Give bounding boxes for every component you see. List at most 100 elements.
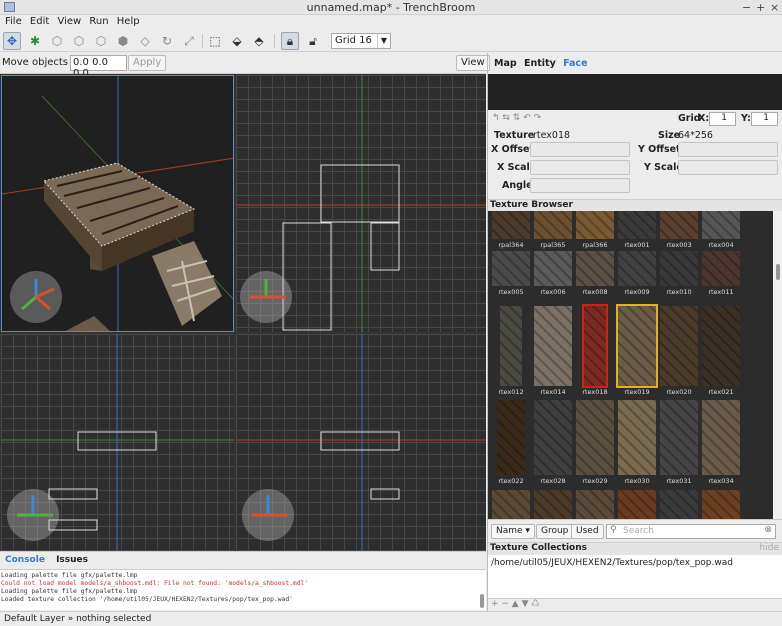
texture-tile[interactable]: rpal364 bbox=[490, 211, 532, 249]
texture-tile[interactable]: rpal366 bbox=[574, 211, 616, 249]
texture-tile[interactable]: rtex019 bbox=[616, 304, 658, 396]
texture-tile[interactable] bbox=[616, 490, 658, 519]
scale-tool-icon[interactable]: ⤢ bbox=[180, 32, 198, 50]
menu-edit[interactable]: Edit bbox=[25, 15, 49, 27]
texture-tile[interactable]: rtex028 bbox=[532, 400, 574, 485]
lock-icon[interactable]: 🔒︎ bbox=[281, 32, 299, 50]
grid-y-spinner[interactable]: 1 bbox=[751, 112, 778, 126]
texture-tile[interactable]: rtex011 bbox=[700, 251, 742, 296]
tab-console[interactable]: Console bbox=[5, 555, 45, 565]
toolbar-separator bbox=[274, 34, 275, 48]
face-tool-icon[interactable]: ⬡ bbox=[92, 32, 110, 50]
x-offset-field[interactable] bbox=[530, 142, 630, 157]
unlock-icon[interactable]: 🔓︎ bbox=[304, 32, 322, 50]
texture-tile[interactable] bbox=[700, 490, 742, 519]
texture-tile[interactable]: rtex012 bbox=[490, 306, 532, 396]
grid-x-spinner[interactable]: 1 bbox=[709, 112, 736, 126]
texture-tile[interactable]: rtex006 bbox=[532, 251, 574, 296]
texture-tile[interactable]: rtex001 bbox=[616, 211, 658, 249]
tab-entity[interactable]: Entity bbox=[524, 58, 556, 69]
texture-tile[interactable]: rpal365 bbox=[532, 211, 574, 249]
edge-tool-icon[interactable]: ⬡ bbox=[70, 32, 88, 50]
y-scale-field[interactable] bbox=[678, 160, 778, 175]
texture-thumbnail bbox=[576, 400, 614, 475]
texture-scrollbar[interactable] bbox=[773, 211, 782, 519]
uv-lock-icon[interactable]: ⬙ bbox=[228, 32, 246, 50]
texture-tile[interactable]: rtex010 bbox=[658, 251, 700, 296]
texture-grid[interactable]: rpal364 rpal365 rpal366 rtex001 rtex003 rtex0… bbox=[488, 211, 773, 519]
angle-field[interactable] bbox=[530, 178, 630, 193]
texture-search-input[interactable]: ⚲ Search ⊗ bbox=[606, 524, 776, 539]
menu-run[interactable]: Run bbox=[84, 15, 108, 27]
view-button[interactable]: View bbox=[456, 55, 490, 71]
grid-size-select[interactable]: Grid 16 ▼ bbox=[331, 33, 391, 49]
flip-tool-icon[interactable]: ◇ bbox=[136, 32, 154, 50]
axis-gizmo-icon bbox=[10, 271, 62, 323]
viewport-2d-yz[interactable] bbox=[236, 334, 486, 551]
texture-tile[interactable] bbox=[658, 490, 700, 519]
texture-name: rtex021 bbox=[708, 388, 734, 396]
menu-help[interactable]: Help bbox=[112, 15, 140, 27]
texture-tile[interactable]: rtex021 bbox=[700, 306, 742, 396]
texture-tile[interactable]: rtex005 bbox=[490, 251, 532, 296]
texture-tile[interactable]: rtex003 bbox=[658, 211, 700, 249]
hide-button[interactable]: hide bbox=[760, 543, 779, 553]
used-button[interactable]: Used bbox=[571, 524, 604, 539]
rotate-tool-icon[interactable]: ↻ bbox=[158, 32, 176, 50]
viewport-2d-xz[interactable] bbox=[236, 75, 486, 332]
maximize-button[interactable]: + bbox=[756, 1, 765, 14]
grid-size-value: Grid 16 bbox=[335, 35, 372, 46]
brush-tool-icon[interactable]: ✱ bbox=[26, 32, 44, 50]
vertex-tool-icon[interactable]: ⬡ bbox=[48, 32, 66, 50]
texture-thumbnail bbox=[702, 251, 740, 286]
texture-tile[interactable]: rtex030 bbox=[616, 400, 658, 485]
texture-tile[interactable] bbox=[532, 490, 574, 519]
menu-bar: File Edit View Run Help bbox=[0, 15, 782, 30]
tab-map[interactable]: Map bbox=[494, 58, 517, 69]
minimize-button[interactable]: − bbox=[742, 1, 751, 14]
texture-tile[interactable]: rtex008 bbox=[574, 251, 616, 296]
viewport-3d[interactable] bbox=[1, 75, 234, 332]
texture-tile[interactable]: rtex018 bbox=[574, 304, 616, 396]
close-button[interactable]: × bbox=[770, 1, 779, 14]
collection-item[interactable]: /home/util05/JEUX/HEXEN2/Textures/pop/te… bbox=[491, 558, 780, 568]
texture-tile[interactable]: rtex034 bbox=[700, 400, 742, 485]
uv-editor[interactable] bbox=[488, 74, 782, 110]
clip-tool-icon[interactable]: ⬢ bbox=[114, 32, 132, 50]
toolbar: ✥ ✱ ⬡ ⬡ ⬡ ⬢ ◇ ↻ ⤢ ⬚ ⬙ ⬘ 🔒︎ 🔓︎ Grid 16 ▼ bbox=[0, 30, 782, 52]
texture-collections-list[interactable]: /home/util05/JEUX/HEXEN2/Textures/pop/te… bbox=[488, 555, 782, 599]
move-objects-input[interactable]: 0.0 0.0 0.0 bbox=[70, 55, 127, 79]
texture-tile[interactable]: rtex004 bbox=[700, 211, 742, 249]
texture-name: rtex008 bbox=[582, 288, 608, 296]
csg-icon[interactable]: ⬘ bbox=[250, 32, 268, 50]
texture-thumbnail bbox=[534, 211, 572, 239]
console-scrollbar[interactable] bbox=[480, 594, 484, 608]
tab-face[interactable]: Face bbox=[563, 58, 587, 69]
texture-tile[interactable]: rtex031 bbox=[658, 400, 700, 485]
uv-tools-icon[interactable]: ↰ ⇆ ⇅ ↶ ↷ bbox=[492, 113, 541, 123]
viewport-2d-xy[interactable] bbox=[1, 334, 234, 551]
move-tool-icon[interactable]: ✥ bbox=[3, 32, 21, 50]
menu-file[interactable]: File bbox=[0, 15, 22, 27]
sort-name-button[interactable]: Name ▾ bbox=[491, 524, 535, 539]
menu-view[interactable]: View bbox=[52, 15, 81, 27]
tab-issues[interactable]: Issues bbox=[56, 555, 88, 565]
y-offset-field[interactable] bbox=[678, 142, 778, 157]
texture-tile[interactable] bbox=[574, 490, 616, 519]
clear-icon[interactable]: ⊗ bbox=[764, 525, 772, 535]
texture-label: Texture bbox=[494, 130, 535, 141]
texture-name: rtex006 bbox=[540, 288, 566, 296]
texture-tile[interactable]: rtex020 bbox=[658, 306, 700, 396]
x-scale-field[interactable] bbox=[530, 160, 630, 175]
texture-tile[interactable]: rtex022 bbox=[490, 400, 532, 485]
texture-tile[interactable]: rtex009 bbox=[616, 251, 658, 296]
texture-tile[interactable]: rtex014 bbox=[532, 306, 574, 396]
texture-tile[interactable] bbox=[490, 490, 532, 519]
group-button[interactable]: Group bbox=[536, 524, 574, 539]
apply-button[interactable]: Apply bbox=[128, 55, 167, 71]
texture-lock-icon[interactable]: ⬚ bbox=[206, 32, 224, 50]
collection-actions[interactable]: + − ▲ ▼ ♺ bbox=[488, 599, 782, 611]
viewport-area bbox=[0, 74, 486, 551]
texture-tile[interactable]: rtex029 bbox=[574, 400, 616, 485]
angle-label: Angle bbox=[502, 180, 533, 191]
